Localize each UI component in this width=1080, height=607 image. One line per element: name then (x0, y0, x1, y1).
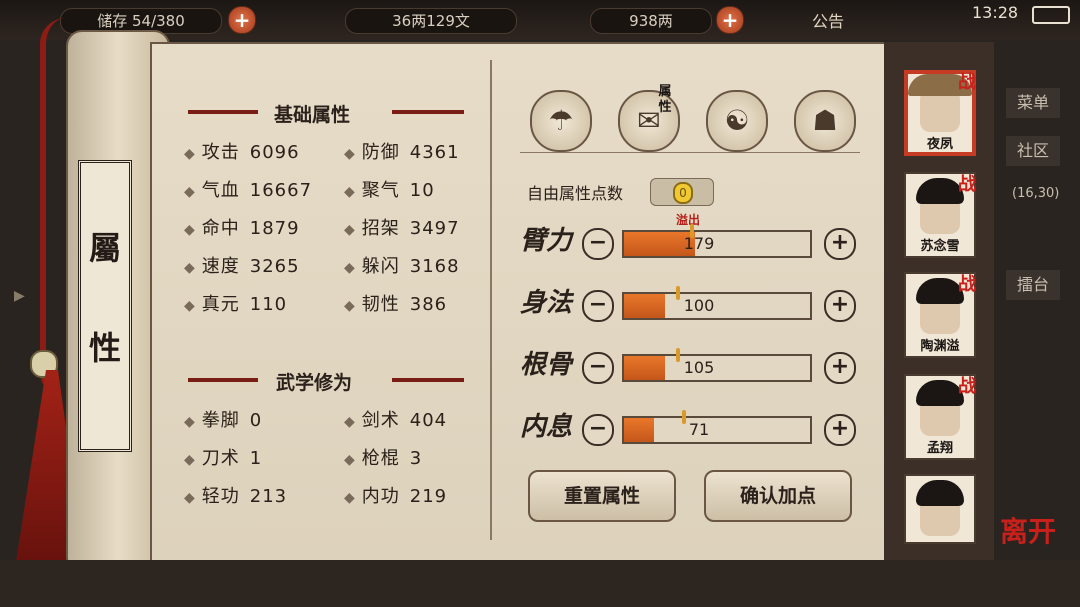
constitution-value: 105 (683, 358, 715, 377)
skill-sword: ◆ 剑术 404 (344, 410, 448, 431)
character-card-5[interactable] (904, 474, 976, 544)
free-points-box: 0 (650, 178, 714, 206)
scroll-title-char-2: 性 (88, 329, 121, 367)
skill-spear: ◆ 枪棍 3 (344, 448, 423, 469)
basic-attributes-title: 基础属性 (274, 104, 351, 126)
martial-title: 武学修为 (276, 372, 353, 394)
inner-breath-minus-button[interactable]: − (582, 414, 614, 446)
tab-underline (520, 152, 860, 153)
skill-lightness: ◆ 轻功 213 (184, 486, 288, 507)
expand-arrow-icon[interactable]: ▶ (14, 288, 25, 304)
stat-qi: ◆ 聚气 10 (344, 180, 435, 201)
constitution-minus-button[interactable]: − (582, 352, 614, 384)
stat-hit: ◆ 命中 1879 (184, 218, 300, 239)
character-hair (916, 278, 964, 304)
attribute-scroll-icon[interactable]: 属性 ✉ (618, 84, 680, 152)
silver-amount: 36两129文 (345, 8, 517, 34)
battle-badge: 战 (958, 376, 976, 397)
coords-readout: (16,30) (1012, 186, 1060, 201)
skill-fist: ◆ 拳脚 0 (184, 410, 263, 431)
agility-minus-button[interactable]: − (582, 290, 614, 322)
stat-toughness: ◆ 韧性 386 (344, 294, 448, 315)
constitution-bar: 105 (622, 348, 812, 382)
scroll-title-char-1: 屬 (88, 229, 121, 267)
character-name: 夜夙 (926, 137, 953, 152)
character-name: 孟翔 (926, 441, 953, 456)
deco-line (188, 110, 258, 114)
character-hair (916, 178, 964, 204)
attr-label-agility: 身法 (520, 288, 573, 318)
strength-plus-button[interactable]: + (824, 228, 856, 260)
gold-amount: 938两 (590, 8, 712, 34)
agility-value: 100 (683, 296, 715, 315)
arena-button[interactable]: 擂台 (1006, 270, 1060, 300)
stat-dodge: ◆ 躲闪 3168 (344, 256, 460, 277)
character-hair (916, 380, 964, 406)
character-hair (916, 480, 964, 506)
deco-line (392, 378, 464, 382)
free-points-value: 0 (673, 182, 693, 204)
skill-blade: ◆ 刀术 1 (184, 448, 263, 469)
attr-label-strength: 臂力 (520, 226, 573, 256)
strength-minus-button[interactable]: − (582, 228, 614, 260)
stat-defense: ◆ 防御 4361 (344, 142, 460, 163)
battle-badge: 战 (958, 274, 976, 295)
strength-bar: 179 (622, 224, 812, 258)
constitution-plus-button[interactable]: + (824, 352, 856, 384)
character-name: 陶渊溢 (920, 339, 960, 354)
battle-badge: 战 (958, 174, 976, 195)
community-button[interactable]: 社区 (1006, 136, 1060, 166)
battle-badge: 战 (958, 72, 976, 93)
bottom-nav (0, 560, 1080, 607)
overflow-label: 溢出 (676, 213, 701, 227)
reset-attributes-button[interactable]: 重置属性 (528, 470, 676, 522)
add-bag-icon[interactable]: + (228, 6, 256, 34)
stat-zhenyuan: ◆ 真元 110 (184, 294, 288, 315)
inner-breath-plus-button[interactable]: + (824, 414, 856, 446)
character-name: 苏念雪 (920, 239, 960, 254)
menu-button[interactable]: 菜单 (1006, 88, 1060, 118)
free-points-label: 自由属性点数 (527, 184, 624, 203)
confirm-points-button[interactable]: 确认加点 (704, 470, 852, 522)
stat-attack: ◆ 攻击 6096 (184, 142, 300, 163)
deco-line (188, 378, 258, 382)
inner-breath-bar: 71 (622, 410, 812, 444)
bagua-icon[interactable]: ☯ (706, 90, 768, 152)
strength-value: 179 (683, 234, 715, 253)
hat-equipment-icon[interactable]: ☂ (530, 90, 592, 152)
inner-breath-value: 71 (688, 420, 710, 439)
panel-divider (490, 60, 492, 540)
attribute-tab-label: 属性 (658, 84, 672, 115)
add-gold-icon[interactable]: + (716, 6, 744, 34)
agility-plus-button[interactable]: + (824, 290, 856, 322)
leave-button[interactable]: 离开 (1000, 510, 1056, 550)
attr-label-constitution: 根骨 (520, 350, 573, 380)
scroll-cord (40, 18, 66, 398)
attr-label-inner-breath: 内息 (520, 412, 573, 442)
skill-inner: ◆ 内功 219 (344, 486, 448, 507)
battery-icon (1032, 6, 1070, 24)
stat-hp: ◆ 气血 16667 (184, 180, 313, 201)
stat-speed: ◆ 速度 3265 (184, 256, 300, 277)
clock: 13:28 (972, 3, 1019, 22)
notice-button[interactable]: 公告 (812, 8, 844, 32)
meridian-icon[interactable]: ☗ (794, 90, 856, 152)
deco-line (392, 110, 464, 114)
stat-parry: ◆ 招架 3497 (344, 218, 460, 239)
agility-bar: 100 (622, 286, 812, 320)
scroll-title: 屬 性 (78, 160, 132, 452)
